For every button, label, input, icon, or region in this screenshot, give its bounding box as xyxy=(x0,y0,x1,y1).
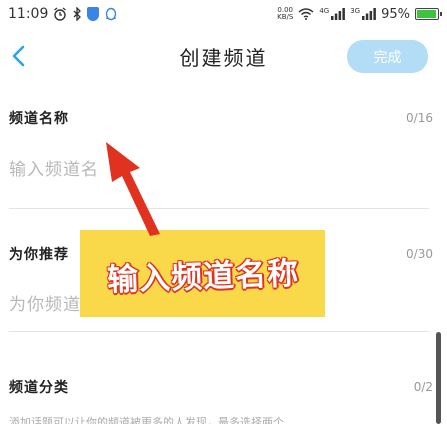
network-3g-label: 3G xyxy=(350,6,361,15)
annotation-banner: 输入频道名称 xyxy=(80,230,325,317)
net-speed-unit: KB/S xyxy=(277,13,294,21)
bluetooth-icon xyxy=(72,7,82,21)
signal-icon xyxy=(331,8,346,20)
category-description: 添加话题可以让你的频道被更多的人发现，最多选择两个 xyxy=(9,416,284,424)
recommend-label: 为你推荐 xyxy=(9,247,69,263)
channel-name-counter: 0/16 xyxy=(406,111,433,125)
annotation-arrow-icon xyxy=(106,142,160,236)
status-time: 11:09 xyxy=(8,6,49,22)
battery-percent: 95% xyxy=(381,6,410,22)
annotation-text: 输入频道名称 xyxy=(106,255,300,299)
qq-icon xyxy=(104,7,118,22)
page-header: 创建频道 完成 xyxy=(0,28,447,84)
category-counter: 0/2 xyxy=(413,380,433,394)
wifi-icon xyxy=(298,8,314,20)
done-button[interactable]: 完成 xyxy=(347,40,428,73)
category-label: 频道分类 xyxy=(9,380,69,396)
divider xyxy=(9,331,429,332)
scrollbar-thumb[interactable] xyxy=(436,332,441,424)
network-4g-label: 4G xyxy=(319,6,330,15)
signal-icon xyxy=(362,8,376,20)
channel-name-input[interactable] xyxy=(9,154,429,186)
battery-level xyxy=(417,10,436,18)
status-bar: 11:09 0.00 KB/S 4G 3G 95% xyxy=(0,0,447,28)
alarm-icon xyxy=(53,7,67,21)
recommend-counter: 0/30 xyxy=(406,247,433,261)
divider xyxy=(9,208,429,209)
status-bar-left: 11:09 xyxy=(8,6,118,22)
status-bar-right: 0.00 KB/S 4G 3G 95% xyxy=(277,6,442,22)
shield-icon xyxy=(87,7,100,21)
channel-name-label: 频道名称 xyxy=(9,111,69,127)
net-speed: 0.00 KB/S xyxy=(277,7,293,21)
battery-icon xyxy=(415,8,442,20)
